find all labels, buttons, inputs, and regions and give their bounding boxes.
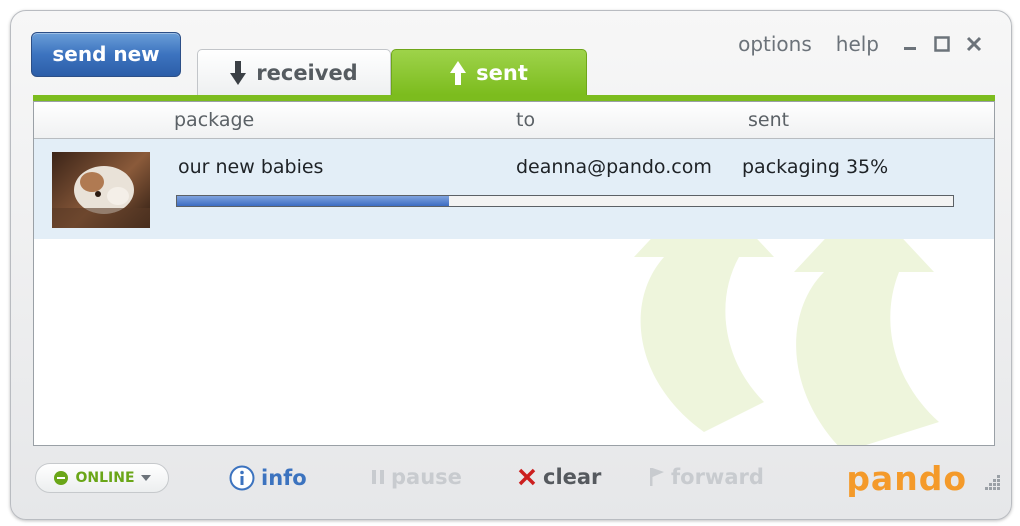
arrow-down-icon — [230, 60, 247, 85]
pause-icon — [372, 470, 384, 484]
column-header-package[interactable]: package — [174, 109, 254, 131]
package-thumbnail — [52, 152, 150, 228]
tab-sent[interactable]: sent — [391, 49, 587, 95]
online-status-dropdown[interactable]: ONLINE — [35, 463, 169, 493]
progress-fill — [177, 196, 449, 206]
tab-sent-label: sent — [476, 60, 528, 85]
top-links: options help — [738, 32, 985, 56]
bottom-toolbar: ONLINE info pause clear forward pando — [11, 459, 1011, 499]
sent-list-panel: package to sent our new babies deanna@pa… — [33, 101, 995, 446]
maximize-icon[interactable] — [931, 33, 953, 55]
resize-grip-icon[interactable] — [979, 469, 1001, 491]
pause-button[interactable]: pause — [371, 465, 462, 489]
recipient-email: deanna@pando.com — [516, 156, 712, 178]
arrow-up-icon — [450, 60, 467, 85]
online-dot-icon — [54, 471, 69, 485]
help-link[interactable]: help — [836, 32, 879, 56]
minimize-icon[interactable] — [899, 33, 921, 55]
tab-received[interactable]: received — [197, 49, 391, 95]
send-new-button[interactable]: send new — [31, 32, 181, 77]
clear-button[interactable]: clear — [517, 465, 601, 489]
table-row[interactable]: our new babies deanna@pando.com packagin… — [34, 139, 994, 239]
tab-received-label: received — [256, 60, 358, 85]
forward-label: forward — [671, 465, 764, 489]
send-status: packaging 35% — [742, 156, 889, 178]
info-icon — [229, 465, 255, 491]
clear-x-icon — [518, 468, 536, 486]
close-icon[interactable] — [963, 33, 985, 55]
pause-label: pause — [391, 465, 462, 489]
packaging-progress-bar — [176, 195, 954, 207]
pando-logo: pando — [846, 459, 967, 498]
flag-icon — [650, 468, 664, 486]
info-label: info — [261, 466, 307, 490]
package-name: our new babies — [178, 156, 324, 178]
clear-label: clear — [543, 465, 602, 489]
online-status-label: ONLINE — [75, 470, 135, 486]
options-link[interactable]: options — [738, 32, 812, 56]
forward-button[interactable]: forward — [649, 465, 764, 489]
info-button[interactable]: info — [229, 465, 307, 491]
chevron-down-icon — [140, 475, 151, 481]
pando-window: send new received sent options help pack… — [10, 10, 1012, 520]
column-header-row: package to sent — [34, 102, 994, 139]
column-header-to[interactable]: to — [516, 109, 535, 131]
column-header-sent[interactable]: sent — [748, 109, 789, 131]
